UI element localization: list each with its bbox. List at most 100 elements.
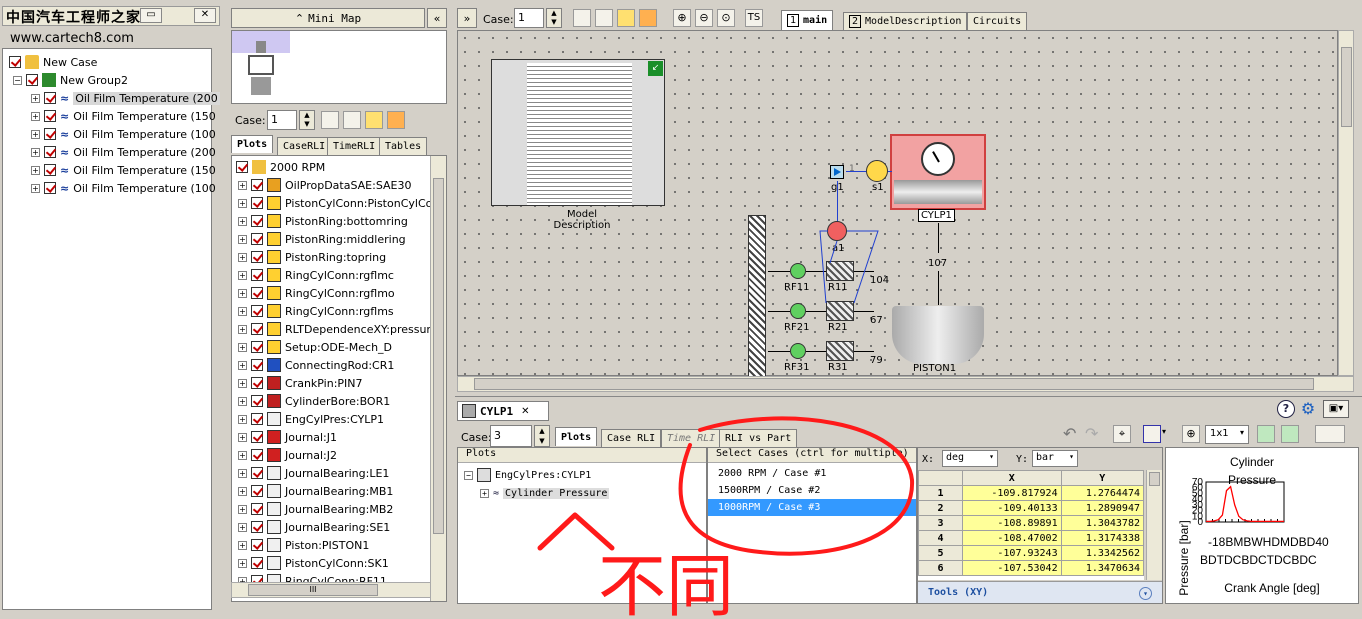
- horizontal-scrollbar[interactable]: III: [231, 582, 431, 598]
- hscroll-thumb[interactable]: III: [248, 584, 378, 596]
- expand-icon[interactable]: +: [238, 540, 247, 550]
- tab-rli-vs-part[interactable]: RLI vs Part: [719, 429, 798, 447]
- expand-icon[interactable]: +: [238, 450, 247, 460]
- scroll-thumb[interactable]: [1341, 47, 1352, 127]
- expand-icon[interactable]: +: [238, 522, 247, 532]
- y-cell[interactable]: 1.2890947: [1060, 500, 1144, 516]
- case-input[interactable]: 1: [267, 110, 297, 130]
- checkbox[interactable]: [251, 395, 263, 407]
- expand-icon[interactable]: +: [31, 93, 40, 103]
- y-cell[interactable]: 1.3342562: [1060, 545, 1144, 561]
- scroll-thumb[interactable]: [1149, 472, 1160, 486]
- x-cell[interactable]: -108.47002: [962, 530, 1062, 546]
- tab-circuits[interactable]: Circuits: [967, 12, 1028, 30]
- x-cell[interactable]: -108.89891: [962, 515, 1062, 531]
- redo-icon[interactable]: ↷: [1085, 424, 1098, 443]
- canvas-hscrollbar[interactable]: [457, 376, 1354, 392]
- plots-tree-item[interactable]: + PistonRing:topring: [238, 248, 386, 266]
- plots-tree-item[interactable]: + Journal:J2: [238, 446, 337, 464]
- expand-icon[interactable]: +: [238, 216, 247, 226]
- minimize-button[interactable]: ▭: [140, 8, 162, 23]
- expand-icon[interactable]: +: [238, 360, 247, 370]
- zoom-select[interactable]: 1x1 ▾: [1205, 425, 1249, 444]
- cylp1-tab[interactable]: CYLP1 ✕: [457, 401, 549, 421]
- model-canvas[interactable]: ↙ Model Description CYLP1 107 PISTON1 g1…: [457, 30, 1338, 377]
- expand-icon[interactable]: +: [238, 342, 247, 352]
- plot-tree-root[interactable]: − EngCylPres:CYLP1: [464, 466, 591, 484]
- checkbox[interactable]: [251, 521, 263, 533]
- plot-icon[interactable]: [321, 111, 339, 129]
- plots-tree-item[interactable]: + PistonCylConn:PistonCylCon: [238, 194, 439, 212]
- x-cell[interactable]: -109.40133: [962, 500, 1062, 516]
- table-row[interactable]: 5 -107.93243 1.3342562: [918, 545, 1144, 561]
- plots-tree-item[interactable]: + Journal:J1: [238, 428, 337, 446]
- y-cell[interactable]: 1.3470634: [1060, 560, 1144, 576]
- checkbox[interactable]: [251, 485, 263, 497]
- expand-icon[interactable]: +: [238, 198, 247, 208]
- tree-item[interactable]: + ≈ Oil Film Temperature (200: [31, 143, 216, 161]
- close-icon[interactable]: ✕: [521, 406, 529, 417]
- color-plot-icon[interactable]: [365, 111, 383, 129]
- plots-tree-item[interactable]: + OilPropDataSAE:SAE30: [238, 176, 412, 194]
- checkbox[interactable]: [44, 146, 56, 158]
- expand-button[interactable]: »: [457, 8, 477, 28]
- select-tool-icon[interactable]: [1143, 425, 1161, 443]
- checkbox[interactable]: [251, 359, 263, 371]
- checkbox[interactable]: [251, 269, 263, 281]
- undo-icon[interactable]: ↶: [1063, 424, 1076, 443]
- plots-tree-item[interactable]: + Setup:ODE-Mech_D: [238, 338, 392, 356]
- expand-icon[interactable]: +: [31, 111, 40, 121]
- checkbox[interactable]: [251, 341, 263, 353]
- tree-item[interactable]: + ≈ Oil Film Temperature (150: [31, 161, 216, 179]
- tree-item[interactable]: + ≈ Oil Film Temperature (200: [31, 89, 220, 107]
- plots-tree-item[interactable]: + Piston:PISTON1: [238, 536, 369, 554]
- expand-icon[interactable]: +: [238, 234, 247, 244]
- table-row[interactable]: 3 -108.89891 1.3043782: [918, 515, 1144, 531]
- case-input[interactable]: 3: [490, 425, 532, 447]
- checkbox[interactable]: [251, 305, 263, 317]
- expand-icon[interactable]: +: [238, 468, 247, 478]
- tab-modeldescription[interactable]: 2 ModelDescription: [843, 12, 968, 30]
- plots-tree-item[interactable]: + RLTDependenceXY:pressure: [238, 320, 438, 338]
- zoom-fit-icon[interactable]: ⊙: [717, 9, 735, 27]
- expand-icon[interactable]: +: [238, 288, 247, 298]
- plots-tree-item[interactable]: + EngCylPres:CYLP1: [238, 410, 384, 428]
- expand-icon[interactable]: +: [238, 252, 247, 262]
- checkbox[interactable]: [9, 56, 21, 68]
- checkbox[interactable]: [251, 233, 263, 245]
- tree-group-row[interactable]: − New Group2: [13, 71, 128, 89]
- close-icon[interactable]: ✕: [194, 8, 216, 23]
- plot-icon[interactable]: [573, 9, 591, 27]
- checkbox[interactable]: [251, 431, 263, 443]
- color-plot-icon[interactable]: [617, 9, 635, 27]
- expand-icon[interactable]: +: [238, 180, 247, 190]
- chart-type-icon[interactable]: [1315, 425, 1345, 443]
- checkbox[interactable]: [251, 503, 263, 515]
- case-item-1[interactable]: 2000 RPM / Case #1: [708, 465, 916, 482]
- help-icon[interactable]: ?: [1277, 400, 1295, 418]
- plot-tree-child[interactable]: + ≈ Cylinder Pressure: [480, 484, 610, 502]
- target-icon[interactable]: ⌖: [1113, 425, 1131, 443]
- collapse-icon[interactable]: −: [13, 75, 22, 85]
- plots-tree-item[interactable]: + ConnectingRod:CR1: [238, 356, 394, 374]
- table-row[interactable]: 4 -108.47002 1.3174338: [918, 530, 1144, 546]
- settings-gear-icon[interactable]: ⚙: [1299, 400, 1317, 418]
- plots-tree-item[interactable]: + RingCylConn:rgflms: [238, 302, 394, 320]
- expand-icon[interactable]: +: [238, 306, 247, 316]
- expand-icon[interactable]: +: [238, 486, 247, 496]
- plots-tree-item[interactable]: + RingCylConn:rgflmc: [238, 266, 394, 284]
- checkbox[interactable]: [251, 251, 263, 263]
- x-cell[interactable]: -107.53042: [962, 560, 1062, 576]
- tab-case-rli[interactable]: Case RLI: [601, 429, 662, 447]
- tab-main[interactable]: 1 main: [781, 10, 834, 30]
- edit-plot-icon[interactable]: [595, 9, 613, 27]
- case-item-3[interactable]: 1000RPM / Case #3: [708, 499, 916, 516]
- checkbox[interactable]: [251, 413, 263, 425]
- color-edit-icon[interactable]: [639, 9, 657, 27]
- tree-root-row[interactable]: New Case: [9, 53, 97, 71]
- y-cell[interactable]: 1.3043782: [1060, 515, 1144, 531]
- case-item-2[interactable]: 1500RPM / Case #2: [708, 482, 916, 499]
- checkbox[interactable]: [44, 164, 56, 176]
- minimap-view[interactable]: [231, 30, 447, 104]
- hscroll-thumb[interactable]: [474, 378, 1314, 390]
